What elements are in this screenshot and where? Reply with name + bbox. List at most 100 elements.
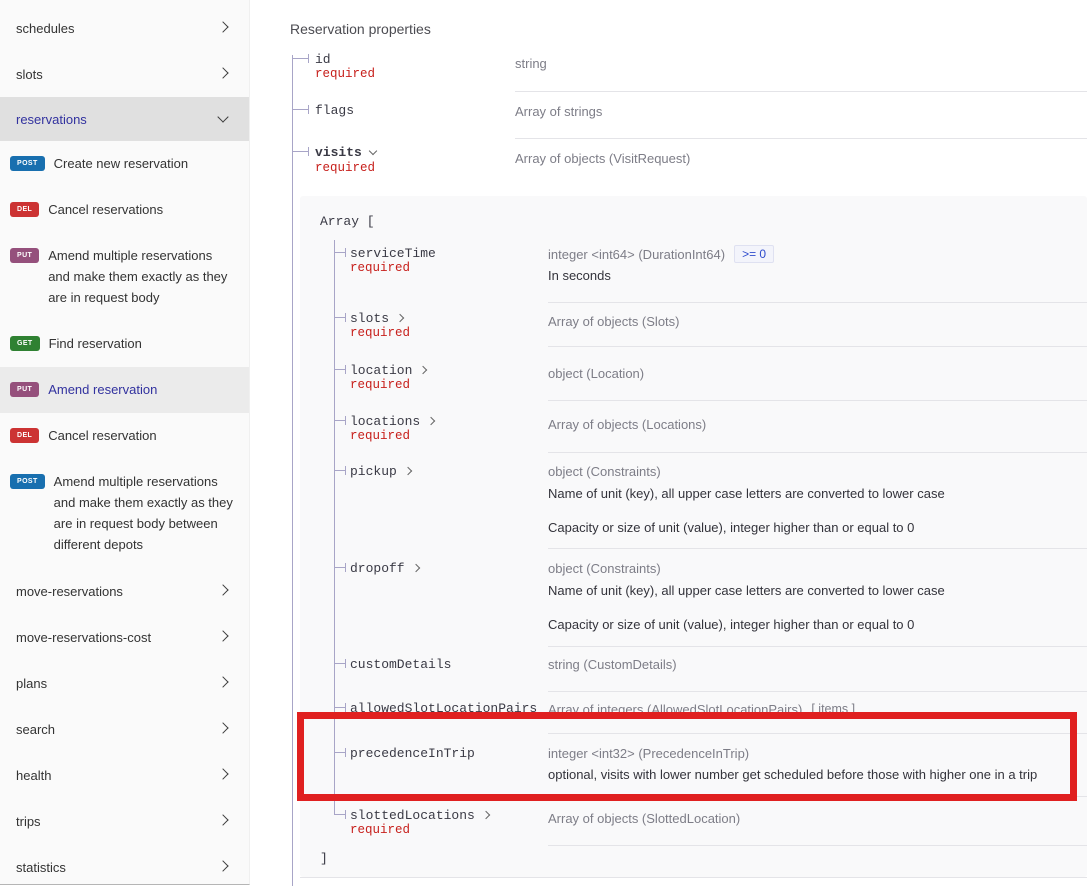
sidebar-op-find-reservation[interactable]: GET Find reservation: [0, 321, 249, 367]
operation-label: Find reservation: [49, 333, 233, 354]
property-description: In seconds: [548, 268, 611, 283]
property-type: Array of objects (SlottedLocation): [548, 811, 740, 826]
property-description: Capacity or size of unit (value), intege…: [548, 617, 914, 632]
sidebar-op-cancel-reservations[interactable]: DEL Cancel reservations: [0, 187, 249, 233]
property-name-slottedLocations[interactable]: slottedLocations: [350, 808, 489, 823]
tree-connector: [334, 420, 345, 421]
sidebar-item-slots[interactable]: slots: [0, 51, 249, 97]
chevron-right-icon: [217, 814, 228, 825]
chevron-down-icon: [217, 111, 228, 122]
tree-connector: [334, 814, 345, 815]
page-title: Reservation properties: [290, 21, 431, 37]
required-label: required: [315, 67, 375, 81]
tree-connector-tick: [345, 248, 346, 257]
sidebar-item-health[interactable]: health: [0, 752, 249, 798]
tree-connector: [292, 109, 308, 110]
http-method-badge-put: PUT: [10, 382, 39, 397]
schema-panel: Reservation properties id required strin…: [290, 0, 1087, 886]
row-separator: [548, 691, 1087, 692]
property-name-customDetails: customDetails: [350, 657, 451, 672]
http-method-badge-delete: DEL: [10, 428, 39, 443]
row-separator: [548, 646, 1087, 647]
operation-label: Amend multiple reservations and make the…: [54, 471, 233, 555]
tree-connector-tick: [345, 703, 346, 712]
tree-connector-tick: [308, 54, 309, 63]
sidebar-item-schedules[interactable]: schedules: [0, 5, 249, 51]
row-separator: [548, 302, 1087, 303]
required-label: required: [350, 326, 410, 340]
property-type: object (Constraints): [548, 561, 661, 576]
chevron-right-icon: [217, 768, 228, 779]
property-type: string: [515, 56, 547, 71]
property-name-visits[interactable]: visits: [315, 145, 376, 160]
sidebar-op-cancel-reservation[interactable]: DEL Cancel reservation: [0, 413, 249, 459]
chevron-right-icon: [427, 417, 435, 425]
row-separator: [548, 400, 1087, 401]
chevron-down-icon: [369, 147, 377, 155]
tree-connector-tick: [345, 416, 346, 425]
property-type: object (Location): [548, 366, 644, 381]
property-type: object (Constraints): [548, 464, 661, 479]
tree-connector: [334, 369, 345, 370]
tree-connector: [292, 58, 308, 59]
property-name-serviceTime: serviceTime: [350, 246, 436, 261]
sidebar-op-amend-reservation[interactable]: PUT Amend reservation: [0, 367, 249, 413]
tree-connector: [334, 707, 345, 708]
property-type: Array of objects (Slots): [548, 314, 680, 329]
property-name-location[interactable]: location: [350, 363, 426, 378]
operation-label: Amend reservation: [48, 379, 233, 400]
operation-label: Amend multiple reservations and make the…: [48, 245, 233, 308]
chevron-right-icon: [404, 467, 412, 475]
property-name-id: id: [315, 52, 331, 67]
array-close-bracket: ]: [320, 851, 328, 866]
sidebar-item-statistics[interactable]: statistics: [0, 844, 249, 886]
chevron-right-icon: [217, 67, 228, 78]
tree-connector-tick: [308, 105, 309, 114]
sidebar-item-label: search: [16, 722, 55, 737]
chevron-right-icon: [396, 314, 404, 322]
property-description: Name of unit (key), all upper case lette…: [548, 486, 945, 501]
required-label: required: [350, 823, 410, 837]
row-separator: [548, 346, 1087, 347]
sidebar-item-trips[interactable]: trips: [0, 798, 249, 844]
sidebar-item-label: reservations: [16, 112, 87, 127]
property-type: Array of objects (VisitRequest): [515, 151, 690, 166]
tree-connector-tick: [345, 365, 346, 374]
sidebar-item-search[interactable]: search: [0, 706, 249, 752]
row-separator: [300, 877, 1087, 878]
sidebar-op-create-new-reservation[interactable]: POST Create new reservation: [0, 141, 249, 187]
sidebar-item-label: trips: [16, 814, 41, 829]
property-description: Capacity or size of unit (value), intege…: [548, 520, 914, 535]
chevron-right-icon: [217, 21, 228, 32]
property-name-locations[interactable]: locations: [350, 414, 434, 429]
property-name-dropoff[interactable]: dropoff: [350, 561, 419, 576]
tree-connector: [334, 317, 345, 318]
sidebar-item-label: move-reservations: [16, 584, 123, 599]
tree-connector-tick: [308, 147, 309, 156]
property-description: Name of unit (key), all upper case lette…: [548, 583, 945, 598]
sidebar-item-move-reservations[interactable]: move-reservations: [0, 568, 249, 614]
tree-connector: [334, 663, 345, 664]
array-open-bracket: Array [: [320, 214, 375, 229]
property-name-pickup[interactable]: pickup: [350, 464, 411, 479]
sidebar-item-label: slots: [16, 67, 43, 82]
chevron-right-icon: [217, 676, 228, 687]
tree-connector: [334, 567, 345, 568]
tree-connector-tick: [345, 810, 346, 819]
property-type: Array of strings: [515, 104, 602, 119]
property-name-flags: flags: [315, 103, 354, 118]
sidebar-item-reservations[interactable]: reservations: [0, 97, 249, 141]
constraint-badge: >= 0: [734, 245, 774, 263]
sidebar-item-move-reservations-cost[interactable]: move-reservations-cost: [0, 614, 249, 660]
tree-connector: [292, 151, 308, 152]
operation-label: Create new reservation: [54, 153, 233, 174]
sidebar-item-plans[interactable]: plans: [0, 660, 249, 706]
sidebar-op-amend-multiple-reservations-depots[interactable]: POST Amend multiple reservations and mak…: [0, 459, 249, 568]
sidebar-op-amend-multiple-reservations[interactable]: PUT Amend multiple reservations and make…: [0, 233, 249, 321]
operation-label: Cancel reservations: [48, 199, 233, 220]
tree-connector-tick: [345, 466, 346, 475]
tree-connector-tick: [345, 659, 346, 668]
property-type: integer <int64> (DurationInt64): [548, 247, 725, 262]
tree-connector-tick: [345, 313, 346, 322]
property-name-slots[interactable]: slots: [350, 311, 403, 326]
